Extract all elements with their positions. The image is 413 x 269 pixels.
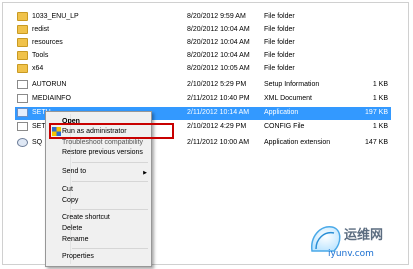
file-name: redist <box>32 26 50 33</box>
file-type: File folder <box>264 52 295 59</box>
file-date: 8/20/2012 10:04 AM <box>187 52 250 59</box>
file-name: AUTORUN <box>32 81 67 88</box>
folder-icon <box>17 38 28 47</box>
file-row[interactable]: Tools 8/20/2012 10:04 AM File folder <box>15 50 391 63</box>
folder-icon <box>17 51 28 60</box>
file-date: 8/20/2012 10:04 AM <box>187 39 250 46</box>
menu-item-cut[interactable]: Cut <box>62 186 73 193</box>
file-name: x64 <box>32 65 44 72</box>
file-date: 8/20/2012 9:59 AM <box>187 13 246 20</box>
folder-icon <box>17 25 28 34</box>
submenu-arrow-icon: ▶ <box>143 170 147 176</box>
gear-icon <box>17 138 28 147</box>
file-date: 2/10/2012 4:29 PM <box>187 123 247 130</box>
menu-separator <box>72 209 148 210</box>
app-icon <box>17 108 28 117</box>
file-icon <box>17 80 28 89</box>
file-name: Tools <box>32 52 49 59</box>
file-row[interactable]: resources 8/20/2012 10:04 AM File folder <box>15 37 391 50</box>
file-row[interactable]: redist 8/20/2012 10:04 AM File folder <box>15 24 391 37</box>
file-date: 8/20/2012 10:05 AM <box>187 65 250 72</box>
file-type: File folder <box>264 39 295 46</box>
menu-item-copy[interactable]: Copy <box>62 197 78 204</box>
file-date: 2/11/2012 10:00 AM <box>187 139 250 146</box>
file-row[interactable]: MEDIAINFO 2/11/2012 10:40 PM XML Documen… <box>15 93 391 106</box>
file-size: 197 KB <box>365 109 388 116</box>
menu-item-send-to[interactable]: Send to <box>62 168 86 175</box>
file-icon <box>17 122 28 131</box>
file-size: 147 KB <box>365 139 388 146</box>
file-date: 8/20/2012 10:04 AM <box>187 26 250 33</box>
file-size: 1 KB <box>372 123 388 130</box>
file-type: File folder <box>264 26 295 33</box>
watermark-title: 运维网 <box>344 228 384 243</box>
file-date: 2/10/2012 5:29 PM <box>187 81 247 88</box>
menu-item-properties[interactable]: Properties <box>62 253 94 260</box>
file-icon <box>17 94 28 103</box>
highlight-box <box>49 123 174 139</box>
file-type: File folder <box>264 65 295 72</box>
file-type: Setup Information <box>264 81 320 88</box>
menu-separator <box>72 181 148 182</box>
file-name: resources <box>32 39 63 46</box>
file-type: Application extension <box>264 139 331 146</box>
watermark-url: iyunv.com <box>328 249 374 259</box>
file-type: File folder <box>264 13 295 20</box>
file-row[interactable]: AUTORUN 2/10/2012 5:29 PM Setup Informat… <box>15 79 391 92</box>
folder-icon <box>17 64 28 73</box>
file-name: SQ <box>32 139 43 146</box>
file-type: CONFIG File <box>264 123 305 130</box>
file-type: Application <box>264 109 299 116</box>
file-name: 1033_ENU_LP <box>32 13 79 20</box>
file-name: MEDIAINFO <box>32 95 71 102</box>
menu-item-troubleshoot[interactable]: Troubleshoot compatibility <box>62 139 143 146</box>
menu-item-restore[interactable]: Restore previous versions <box>62 149 143 156</box>
file-size: 1 KB <box>372 95 388 102</box>
file-size: 1 KB <box>372 81 388 88</box>
menu-item-rename[interactable]: Rename <box>62 236 88 243</box>
file-row[interactable]: x64 8/20/2012 10:05 AM File folder <box>15 63 391 76</box>
file-row[interactable]: 1033_ENU_LP 8/20/2012 9:59 AM File folde… <box>15 11 391 24</box>
file-date: 2/11/2012 10:14 AM <box>187 109 250 116</box>
file-date: 2/11/2012 10:40 PM <box>187 95 250 102</box>
file-type: XML Document <box>264 95 312 102</box>
menu-item-delete[interactable]: Delete <box>62 225 82 232</box>
menu-separator <box>72 248 148 249</box>
menu-item-create-shortcut[interactable]: Create shortcut <box>62 214 110 221</box>
folder-icon <box>17 12 28 21</box>
menu-separator <box>72 162 148 163</box>
